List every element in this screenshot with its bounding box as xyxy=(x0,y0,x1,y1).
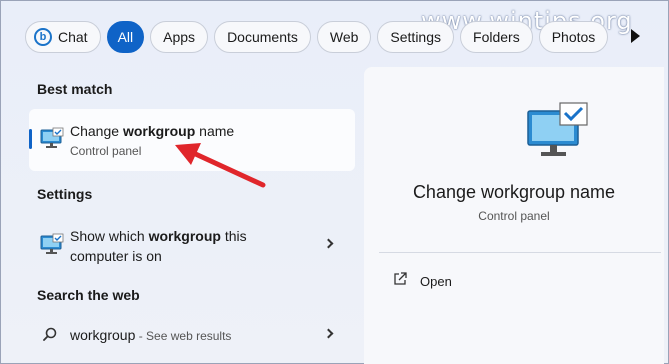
chevron-right-icon[interactable] xyxy=(323,328,334,339)
best-match-heading: Best match xyxy=(37,81,113,97)
web-search-item[interactable]: workgroup - See web results xyxy=(70,327,231,343)
filter-folders[interactable]: Folders xyxy=(460,21,533,53)
web-query: workgroup xyxy=(70,327,136,343)
best-match-title-suffix: name xyxy=(195,123,235,139)
open-external-icon xyxy=(394,272,407,285)
filter-all[interactable]: All xyxy=(106,21,145,53)
web-hint: - See web results xyxy=(135,329,232,343)
filter-web[interactable]: Web xyxy=(316,21,372,53)
filter-photos[interactable]: Photos xyxy=(538,21,609,53)
detail-subtitle: Control panel xyxy=(478,209,550,223)
filter-apps[interactable]: Apps xyxy=(150,21,209,53)
annotation-arrow xyxy=(175,143,266,188)
control-panel-monitor-icon xyxy=(527,102,588,156)
more-filters-arrow-icon[interactable] xyxy=(631,29,640,43)
filter-chat-label: Chat xyxy=(58,29,88,45)
control-panel-monitor-icon xyxy=(40,127,64,148)
filter-chat[interactable]: b Chat xyxy=(25,21,101,53)
detail-title: Change workgroup name xyxy=(412,182,616,202)
best-match-title-bold: workgroup xyxy=(122,123,196,139)
filter-documents[interactable]: Documents xyxy=(214,21,311,53)
settings-item-line2[interactable]: computer is on xyxy=(70,248,162,264)
filter-bar: b Chat All Apps Documents Web Settings F… xyxy=(25,21,614,53)
settings-heading: Settings xyxy=(37,186,93,202)
open-action[interactable]: Open xyxy=(420,274,452,289)
search-icon xyxy=(43,327,57,341)
best-match-title: Change workgroup name xyxy=(70,123,234,139)
search-window: www.wintips.org b Chat All Apps Document… xyxy=(0,0,669,364)
search-web-heading: Search the web xyxy=(37,287,140,303)
detail-divider xyxy=(379,252,661,253)
best-match-title-prefix: Change xyxy=(70,123,123,139)
bing-chat-icon: b xyxy=(34,28,52,46)
best-match-subtitle: Control panel xyxy=(70,144,142,158)
selection-indicator xyxy=(29,129,32,149)
settings-item-line1[interactable]: Show which workgroup this xyxy=(70,228,247,244)
settings-line1-suffix: this xyxy=(220,228,247,244)
filter-settings[interactable]: Settings xyxy=(377,21,455,53)
settings-line1-prefix: Show which xyxy=(70,228,149,244)
control-panel-monitor-icon xyxy=(40,233,64,254)
chevron-right-icon[interactable] xyxy=(323,238,334,249)
settings-line1-bold: workgroup xyxy=(148,228,221,244)
